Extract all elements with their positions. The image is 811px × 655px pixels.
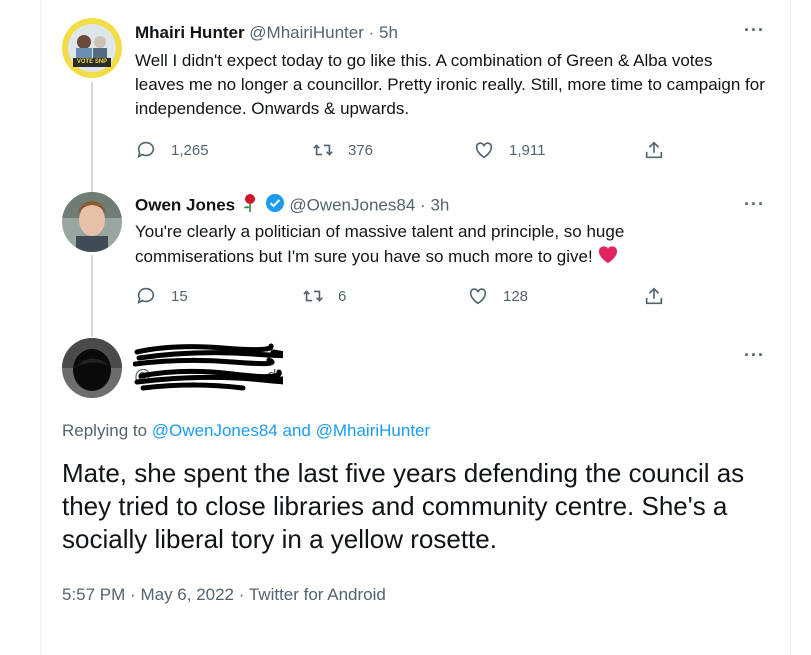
like-count: 1,911 (509, 141, 546, 159)
like-count: 128 (503, 287, 529, 305)
right-gutter (790, 0, 811, 655)
retweet-icon (313, 144, 333, 156)
tweet-text: You're clearly a politician of massive t… (135, 220, 735, 271)
separator: · (130, 585, 136, 604)
more-icon[interactable]: ··· (744, 194, 765, 215)
mention-link[interactable]: @OwenJones84 (152, 421, 278, 440)
replying-prefix: Replying to (62, 421, 148, 440)
retweet-icon (303, 290, 323, 302)
verified-icon (265, 193, 285, 219)
more-icon[interactable]: ··· (744, 20, 765, 41)
like-icon (475, 142, 493, 159)
user-handle[interactable]: @OwenJones84 (289, 195, 415, 214)
tweet-time[interactable]: 5h (379, 23, 398, 42)
replying-to: Replying to @OwenJones84 and @MhairiHunt… (62, 421, 430, 441)
display-name[interactable]: Mhairi Hunter (135, 23, 245, 42)
avatar-badge: VOTE SNP (76, 59, 108, 65)
retweet-count: 6 (338, 287, 347, 305)
share-icon (645, 287, 663, 305)
avatar[interactable] (62, 338, 122, 398)
tweet-header: Mhairi Hunter @MhairiHunter · 5h (135, 22, 398, 44)
replying-and: and (282, 421, 311, 440)
reply-count: 1,265 (171, 141, 209, 159)
avatar[interactable]: VOTE SNP (62, 18, 122, 78)
reply-count: 15 (171, 287, 188, 305)
retweet-button[interactable]: 376 (312, 139, 373, 161)
share-icon (645, 141, 663, 159)
heart-emoji-icon (597, 244, 619, 271)
reply-button[interactable]: 1,265 (135, 139, 209, 161)
separator: · (420, 195, 426, 215)
tweet-time[interactable]: 5:57 PM (62, 585, 125, 604)
mention-link[interactable]: @MhairiHunter (316, 421, 431, 440)
reply-icon (137, 287, 155, 304)
separator: · (368, 23, 375, 42)
tweet-source: Twitter for Android (248, 585, 386, 604)
like-button[interactable]: 128 (467, 285, 528, 307)
tweet-text-content: You're clearly a politician of massive t… (135, 222, 625, 266)
reply-button[interactable]: 15 (135, 285, 188, 307)
retweet-button[interactable]: 6 (302, 285, 346, 307)
tweet-header: Owen Jones @OwenJones84 · 3h (135, 193, 449, 219)
left-gutter (0, 0, 41, 655)
thread-line (91, 82, 93, 194)
tweet-time[interactable]: 3h (430, 195, 449, 214)
user-handle[interactable]: @MhairiHunter (249, 23, 364, 42)
more-icon[interactable]: ··· (744, 345, 765, 366)
share-button[interactable] (643, 139, 679, 161)
like-button[interactable]: 1,911 (473, 139, 545, 161)
avatar[interactable] (62, 192, 122, 252)
tweet-metadata: 5:57 PM · May 6, 2022 · Twitter for Andr… (62, 585, 386, 605)
tweet-text: Mate, she spent the last five years defe… (62, 458, 745, 554)
tweet-text: Well I didn't expect today to go like th… (135, 51, 765, 118)
redacted-author: @ d (133, 338, 283, 398)
tweet-date[interactable]: May 6, 2022 (140, 585, 234, 604)
like-icon (469, 288, 487, 305)
reply-icon (137, 141, 155, 158)
redaction-scribble (133, 343, 283, 391)
share-button[interactable] (643, 285, 679, 307)
rose-icon (242, 193, 258, 219)
separator: · (238, 585, 245, 604)
display-name[interactable]: Owen Jones (135, 195, 235, 214)
thread-line (91, 255, 93, 337)
retweet-count: 376 (348, 141, 374, 159)
